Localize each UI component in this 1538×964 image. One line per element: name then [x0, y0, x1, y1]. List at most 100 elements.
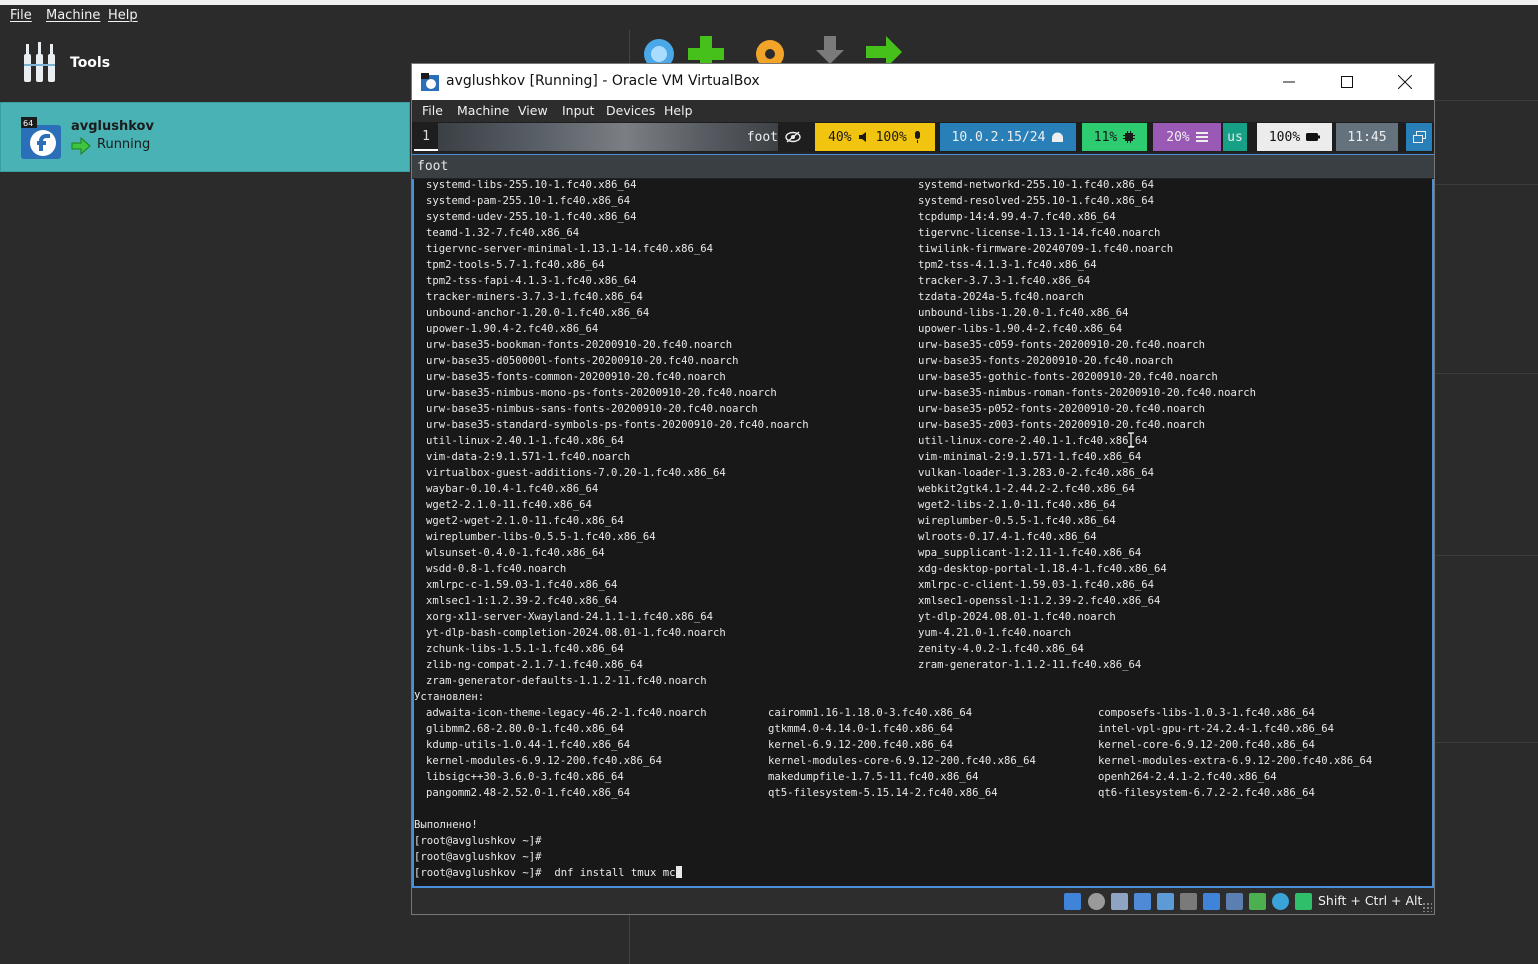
package-line: urw-base35-fonts-20200910-20.fc40.noarch: [918, 355, 1174, 367]
minimize-icon: [1283, 81, 1295, 83]
host-menu-file[interactable]: File: [10, 8, 32, 23]
package-line: urw-base35-c059-fonts-20200910-20.fc40.n…: [918, 339, 1206, 351]
text-cursor: [675, 866, 682, 878]
waybar-window-area: [438, 123, 778, 151]
microphone-icon: [914, 130, 920, 143]
package-line: xorg-x11-server-Xwayland-24.1.1-1.fc40.x…: [426, 611, 714, 623]
terminal-titlebar[interactable]: foot: [412, 154, 1434, 178]
package-line: yum-4.21.0-1.fc40.noarch: [918, 627, 1072, 639]
host-sidebar: Tools 64 avglushkov Running: [0, 30, 410, 964]
cpu-chip-icon: [1123, 131, 1136, 143]
network-adapter-icon[interactable]: [1134, 893, 1151, 910]
package-line: unbound-anchor-1.20.0-1.fc40.x86_64: [426, 307, 650, 319]
package-line: zram-generator-defaults-1.1.2-11.fc40.no…: [426, 675, 707, 687]
optical-drive-icon[interactable]: [1064, 893, 1081, 910]
package-line: unbound-libs-1.20.0-1.fc40.x86_64: [918, 307, 1129, 319]
package-line: wsdd-0.8-1.fc40.noarch: [426, 563, 567, 575]
package-line: upower-1.90.4-2.fc40.x86_64: [426, 323, 599, 335]
host-menu-machine[interactable]: Machine: [46, 8, 100, 23]
package-line: urw-base35-nimbus-roman-fonts-20200910-2…: [918, 387, 1257, 399]
package-line: urw-base35-p052-fonts-20200910-20.fc40.n…: [918, 403, 1206, 415]
tray-module[interactable]: [1406, 123, 1432, 151]
keyboard-capture-icon[interactable]: [1295, 893, 1312, 910]
audio-device-icon[interactable]: [1111, 893, 1128, 910]
package-line: yt-dlp-bash-completion-2024.08.01-1.fc40…: [426, 627, 726, 639]
idle-inhibitor[interactable]: [778, 123, 808, 151]
vm-statusbar: Shift + Ctrl + Alt: [412, 888, 1434, 914]
display-icon[interactable]: [1203, 893, 1220, 910]
installed-package-line: adwaita-icon-theme-legacy-46.2-1.fc40.no…: [426, 707, 707, 719]
cpu-module[interactable]: 11%: [1082, 123, 1147, 151]
package-line: teamd-1.32-7.fc40.x86_64: [426, 227, 580, 239]
package-line: tpm2-tss-4.1.3-1.fc40.x86_64: [918, 259, 1097, 271]
package-line: tcpdump-14:4.99.4-7.fc40.x86_64: [918, 211, 1116, 223]
clock-value: 11:45: [1347, 129, 1387, 145]
host-menu-help[interactable]: Help: [108, 8, 138, 23]
vm-menu-devices[interactable]: Devices: [606, 103, 655, 118]
eye-slash-icon: [785, 131, 801, 143]
maximize-button[interactable]: [1318, 64, 1376, 100]
package-line: wlroots-0.17.4-1.fc40.x86_64: [918, 531, 1097, 543]
cpu-value: 11%: [1093, 129, 1118, 145]
package-line: tzdata-2024a-5.fc40.noarch: [918, 291, 1084, 303]
package-line: wget2-2.1.0-11.fc40.x86_64: [426, 499, 592, 511]
guest-display[interactable]: 1 foot 40% 100% 10.0.2.15/24 11% 20% us …: [412, 122, 1434, 888]
network-module[interactable]: 10.0.2.15/24: [940, 123, 1076, 151]
vm-menu-machine[interactable]: Machine: [457, 103, 509, 118]
vm-window-title: avglushkov [Running] - Oracle VM Virtual…: [446, 73, 760, 89]
mouse-integration-icon[interactable]: [1272, 893, 1289, 910]
package-line: waybar-0.10.4-1.fc40.x86_64: [426, 483, 599, 495]
vm-name: avglushkov: [71, 119, 154, 134]
package-line: xmlrpc-c-1.59.03-1.fc40.x86_64: [426, 579, 618, 591]
package-line: upower-libs-1.90.4-2.fc40.x86_64: [918, 323, 1123, 335]
terminal-output[interactable]: systemd-libs-255.10-1.fc40.x86_64 systemd…: [412, 179, 1434, 888]
cpu-activity-icon[interactable]: [1249, 893, 1266, 910]
installed-package-line: kdump-utils-1.0.44-1.fc40.x86_64: [426, 739, 631, 751]
windows-icon: [1412, 131, 1426, 143]
package-line: urw-base35-z003-fonts-20200910-20.fc40.n…: [918, 419, 1206, 431]
tools-item[interactable]: Tools: [0, 40, 410, 90]
battery-value: 100%: [1268, 129, 1301, 145]
installed-package-line: qt5-filesystem-5.15.14-2.fc40.x86_64: [768, 787, 998, 799]
mic-value: 100%: [875, 129, 907, 145]
memory-module[interactable]: 20%: [1153, 123, 1221, 151]
vm-list-item-avglushkov[interactable]: 64 avglushkov Running: [0, 102, 410, 172]
usb-icon[interactable]: [1157, 893, 1174, 910]
audio-module[interactable]: 40% 100%: [815, 123, 935, 151]
installed-package-line: makedumpfile-1.7.5-11.fc40.x86_64: [768, 771, 979, 783]
package-line: util-linux-2.40.1-1.fc40.x86_64: [426, 435, 624, 447]
clock-module[interactable]: 11:45: [1336, 123, 1398, 151]
host-key-label[interactable]: Shift + Ctrl + Alt: [1318, 893, 1422, 908]
keyboard-layout[interactable]: us: [1223, 123, 1247, 151]
workspace-button[interactable]: 1: [414, 123, 438, 151]
host-divider-line: [1434, 555, 1538, 556]
workspace-label: 1: [422, 128, 430, 144]
resize-grip-icon[interactable]: [1422, 902, 1432, 912]
package-line: wlsunset-0.4.0-1.fc40.x86_64: [426, 547, 605, 559]
package-line: xmlsec1-1:1.2.39-2.fc40.x86_64: [426, 595, 618, 607]
vm-menu-file[interactable]: File: [422, 103, 443, 118]
shell-prompt: [root@avglushkov ~]#: [414, 835, 542, 847]
vm-menu-view[interactable]: View: [518, 103, 548, 118]
package-line: wpa_supplicant-1:2.11-1.fc40.x86_64: [918, 547, 1142, 559]
command-input[interactable]: dnf install tmux mc: [554, 867, 675, 879]
package-line: zram-generator-1.1.2-11.fc40.x86_64: [918, 659, 1142, 671]
disk-icon[interactable]: [1088, 893, 1105, 910]
shared-folders-icon[interactable]: [1180, 893, 1197, 910]
battery-module[interactable]: 100%: [1257, 123, 1332, 151]
minimize-button[interactable]: [1260, 64, 1318, 100]
vm-state: Running: [97, 137, 151, 152]
package-line: wireplumber-0.5.5-1.fc40.x86_64: [918, 515, 1116, 527]
recording-icon[interactable]: [1226, 893, 1243, 910]
package-line: virtualbox-guest-additions-7.0.20-1.fc40…: [426, 467, 726, 479]
shell-prompt: [root@avglushkov ~]#: [414, 867, 542, 879]
close-icon: [1398, 75, 1412, 89]
close-button[interactable]: [1376, 64, 1434, 100]
mouse-cursor-icon: [1128, 432, 1134, 448]
vm-menu-input[interactable]: Input: [562, 103, 594, 118]
vm-titlebar[interactable]: avglushkov [Running] - Oracle VM Virtual…: [412, 64, 1434, 100]
command-line[interactable]: [root@avglushkov ~]# dnf install tmux mc: [414, 865, 682, 881]
layout-value: us: [1227, 129, 1243, 145]
package-line: util-linux-core-2.40.1-1.fc40.x86_64: [918, 435, 1148, 447]
vm-menu-help[interactable]: Help: [664, 103, 693, 118]
